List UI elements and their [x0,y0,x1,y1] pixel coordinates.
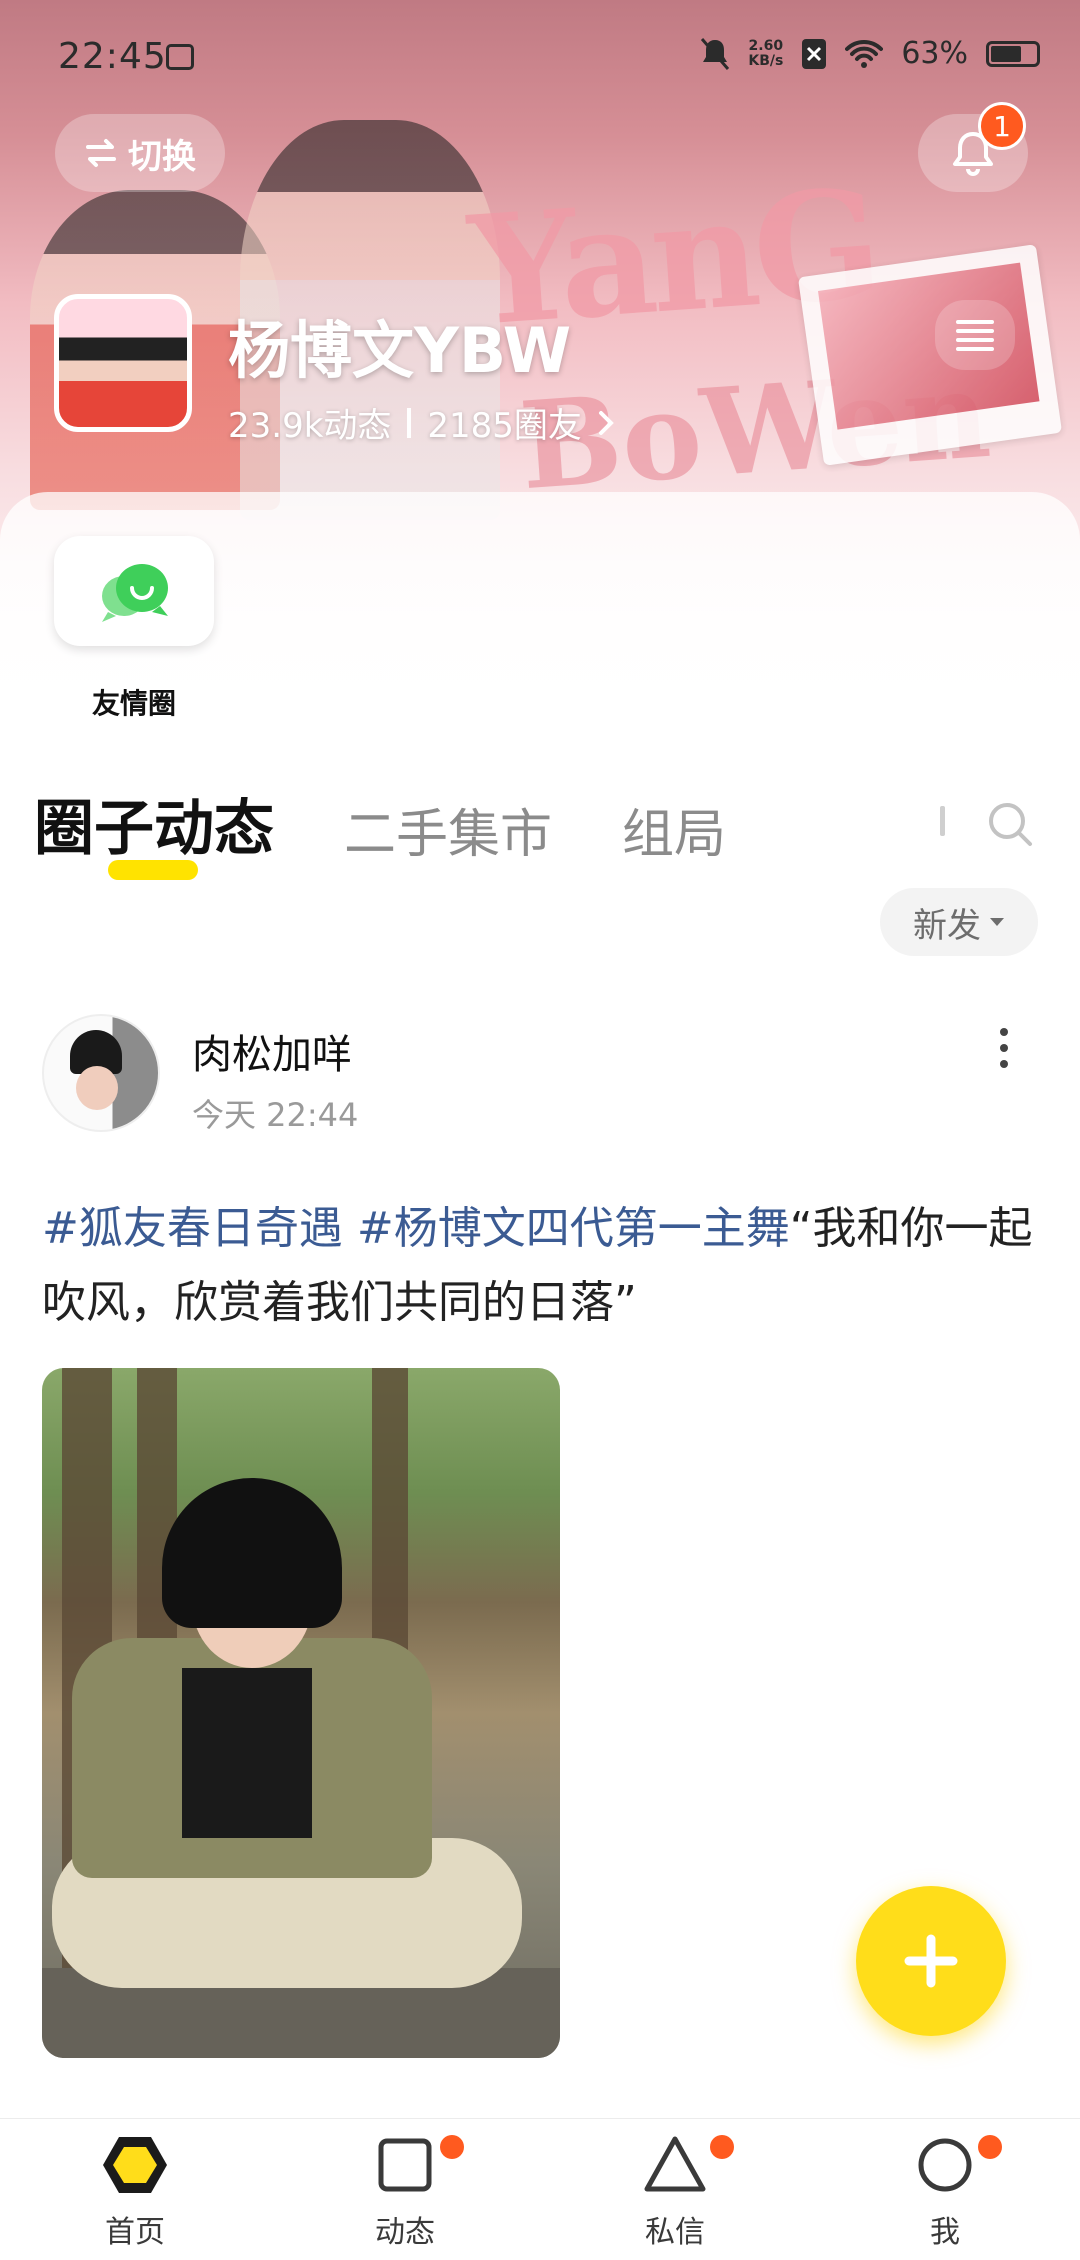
nav-home-label: 首页 [105,2215,165,2250]
feed-tabs: 圈子动态 二手集市 组局 [34,780,726,867]
notification-badge: 1 [978,102,1026,150]
screen-record-icon [166,44,194,70]
network-speed: 2.60 KB/s [748,37,784,69]
circle-stats[interactable]: 23.9k动态 2185圈友 [228,398,614,447]
post-content: #狐友春日奇遇 #杨博文四代第一主舞“我和你一起吹风，欣赏着我们共同的日落” [42,1192,1042,1340]
create-post-button[interactable] [856,1886,1006,2036]
nav-profile[interactable]: 我 [810,2119,1080,2260]
caret-down-icon [990,918,1004,926]
battery-icon [986,40,1040,67]
nav-profile-label: 我 [930,2215,960,2250]
hashtag-link[interactable]: #狐友春日奇遇 [42,1203,343,1254]
tab-group-meetup[interactable]: 组局 [622,792,726,867]
chevron-right-icon [598,410,614,435]
sort-label: 新发 [913,905,981,946]
nav-feed[interactable]: 动态 [270,2119,540,2260]
posts-count: 23.9k动态 [228,406,392,446]
circle-menu-button[interactable] [935,300,1015,370]
nav-profile-dot [978,2135,1002,2159]
wifi-icon [845,39,884,68]
banner-polaroid [797,244,1063,466]
nav-feed-dot [440,2135,464,2159]
switch-label: 切换 [128,136,196,177]
post-timestamp: 今天 22:44 [192,1096,359,1134]
tabs-divider [940,806,945,836]
post-author-avatar[interactable] [42,1014,160,1132]
nav-feed-label: 动态 [375,2215,435,2250]
app-screen: YanG BoWen 22:45 2.60 KB/s 63% 切换 1 杨博文Y… [0,0,1080,2260]
nav-messages[interactable]: 私信 [540,2119,810,2260]
members-count: 2185圈友 [427,406,582,446]
square-feed-icon [378,2138,432,2192]
sort-dropdown[interactable]: 新发 [880,888,1038,956]
search-icon[interactable] [986,800,1034,848]
hexagon-home-icon [103,2137,167,2193]
menu-icon [956,320,994,351]
mute-bell-icon [701,37,730,70]
post-author-name[interactable]: 肉松加咩 [192,1022,352,1080]
active-tab-indicator [108,860,198,880]
status-time: 22:45 [58,36,167,77]
chat-bubbles-icon [102,564,168,622]
network-speed-value: 2.60 [748,37,784,54]
nav-messages-label: 私信 [645,2215,705,2250]
circle-profile-icon [918,2138,972,2192]
hashtag-link[interactable]: #杨博文四代第一主舞 [357,1203,790,1254]
more-options-icon[interactable] [1000,1028,1008,1068]
network-speed-unit: KB/s [748,52,784,69]
circle-name: 杨博文YBW [228,314,572,387]
shortcut-label: 友情圈 [91,687,176,720]
swap-arrows-icon [86,139,116,167]
bottom-navigation: 首页 动态 私信 我 [0,2118,1080,2260]
switch-circle-button[interactable]: 切换 [55,114,225,192]
battery-percent: 63% [901,36,968,71]
nav-home[interactable]: 首页 [0,2119,270,2260]
circle-avatar[interactable] [54,294,192,432]
post-image[interactable] [42,1368,560,2058]
no-sim-icon [802,38,827,69]
triangle-message-icon [644,2136,706,2192]
tab-second-hand-market[interactable]: 二手集市 [344,792,552,867]
status-bar: 22:45 2.60 KB/s 63% [0,0,1080,118]
tab-circle-feed[interactable]: 圈子动态 [34,780,274,867]
nav-messages-dot [710,2135,734,2159]
plus-icon [904,1934,958,1988]
shortcut-friend-circle[interactable] [54,536,214,646]
stats-divider [407,407,412,438]
